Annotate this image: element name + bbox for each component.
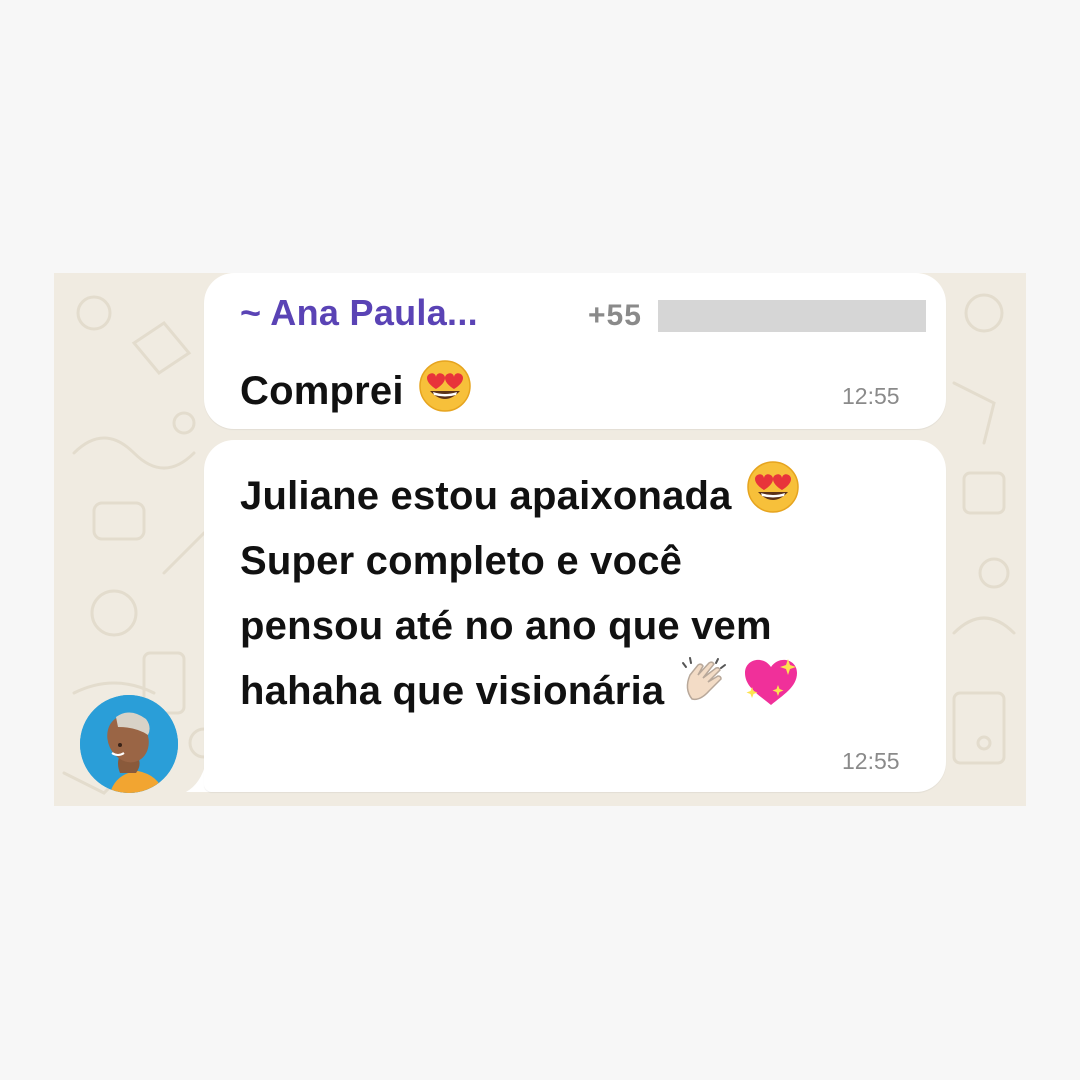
sender-phone: +55 <box>588 299 642 332</box>
redacted-phone-block <box>658 300 926 332</box>
message-text-content: Comprei <box>240 368 404 413</box>
message-line: hahaha que visionária <box>240 669 665 713</box>
heart-eyes-emoji <box>746 460 800 534</box>
message-time: 12:55 <box>842 383 900 409</box>
heart-eyes-emoji <box>418 359 472 423</box>
message-time: 12:55 <box>842 748 900 774</box>
message-line: Super completo e você <box>240 539 683 583</box>
message-line: pensou até no ano que vem <box>240 604 772 648</box>
message-text: Comprei <box>240 359 472 423</box>
message-line: Juliane estou apaixonada <box>240 474 732 518</box>
avatar[interactable] <box>80 695 178 793</box>
clapping-hands-emoji <box>678 656 728 727</box>
sender-name[interactable]: ~ Ana Paula... <box>240 292 478 334</box>
avatar-person-image <box>80 695 178 793</box>
message-text: Juliane estou apaixonada Super completo … <box>240 460 930 727</box>
sparkling-heart-emoji <box>742 655 800 729</box>
